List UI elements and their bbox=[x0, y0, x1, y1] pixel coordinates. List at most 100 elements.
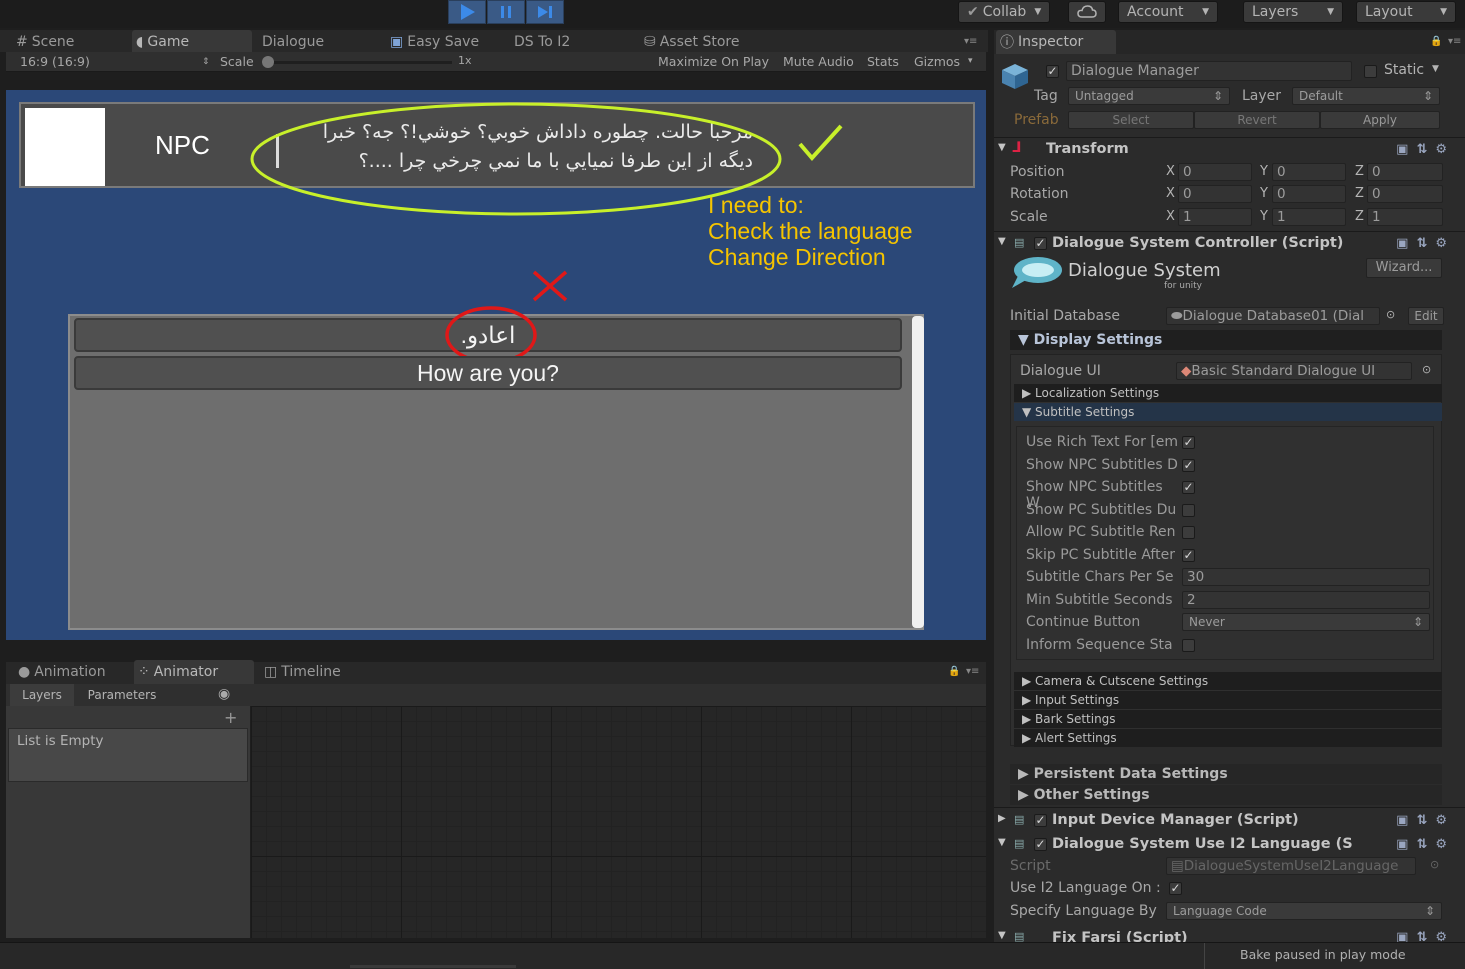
tab-dialogue[interactable]: Dialogue bbox=[258, 30, 328, 54]
lock-icon[interactable]: 🔒 bbox=[1430, 36, 1442, 47]
component-header-icons[interactable]: ▣⇅⚙ bbox=[1396, 236, 1455, 251]
mute-audio-toggle[interactable]: Mute Audio bbox=[783, 54, 854, 69]
subtitle-chars-field[interactable]: 30 bbox=[1182, 568, 1430, 586]
layers-tab[interactable]: Layers bbox=[10, 684, 74, 706]
tab-animator[interactable]: ⁘ Animator bbox=[134, 660, 254, 684]
add-layer-icon[interactable]: + bbox=[224, 708, 237, 727]
inspector-tab-bar: ⓘ Inspector 🔒 ▾≡ bbox=[994, 30, 1465, 54]
tab-menu-icon[interactable]: ▾≡ bbox=[964, 36, 977, 47]
response-button[interactable]: How are you? bbox=[74, 356, 902, 390]
camera-settings-foldout[interactable]: ▶ Camera & Cutscene Settings bbox=[1014, 672, 1442, 690]
chevron-down-icon[interactable]: ▼ bbox=[1432, 64, 1439, 74]
tab-inspector[interactable]: ⓘ Inspector bbox=[996, 30, 1116, 54]
other-settings-foldout[interactable]: ▶ Other Settings bbox=[1010, 785, 1442, 805]
account-dropdown[interactable]: Account ▼ bbox=[1118, 1, 1218, 23]
note-line: I need to: bbox=[708, 192, 804, 218]
object-picker-icon[interactable]: ⊙ bbox=[1386, 308, 1395, 321]
rotation-z-field[interactable]: 0 bbox=[1367, 185, 1443, 203]
prefab-revert-button[interactable]: Revert bbox=[1194, 111, 1320, 129]
object-name-field[interactable]: Dialogue Manager bbox=[1066, 61, 1352, 81]
subtitle-setting-checkbox[interactable]: ✓ bbox=[1182, 435, 1195, 450]
inform-sequence-checkbox[interactable] bbox=[1182, 638, 1195, 653]
component-enabled-checkbox[interactable]: ✓ bbox=[1034, 836, 1047, 852]
chevron-down-icon: ▼ bbox=[1202, 7, 1209, 17]
tab-menu-icon[interactable]: ▾≡ bbox=[966, 666, 979, 677]
subtitle-setting-checkbox[interactable]: ✓ bbox=[1182, 480, 1195, 495]
subtitle-settings-foldout[interactable]: ▼ Subtitle Settings bbox=[1014, 403, 1442, 421]
pause-button[interactable] bbox=[487, 0, 525, 24]
min-subtitle-field[interactable]: 2 bbox=[1182, 591, 1430, 609]
scale-y-field[interactable]: 1 bbox=[1272, 208, 1346, 226]
aspect-dropdown[interactable]: 16:9 (16:9) bbox=[20, 54, 90, 69]
dialogue-system-use-i2-header[interactable]: ▼ ▤ ✓ Dialogue System Use I2 Language (S… bbox=[994, 835, 1465, 857]
edit-database-button[interactable]: Edit bbox=[1408, 307, 1444, 325]
tab-easy-save[interactable]: ▣ Easy Save bbox=[386, 30, 483, 54]
layers-dropdown[interactable]: Layers ▼ bbox=[1243, 1, 1343, 23]
lock-icon[interactable]: 🔒 bbox=[948, 666, 960, 677]
transform-header[interactable]: ▼ ⅃ Transform ▣⇅⚙ bbox=[994, 140, 1465, 162]
tab-scene[interactable]: # Scene bbox=[12, 30, 78, 54]
use-i2-checkbox[interactable]: ✓ bbox=[1169, 881, 1182, 896]
subtitle-setting-checkbox[interactable] bbox=[1182, 525, 1195, 540]
position-z-field[interactable]: 0 bbox=[1367, 163, 1443, 181]
bark-settings-foldout[interactable]: ▶ Bark Settings bbox=[1014, 710, 1442, 728]
rotation-y-field[interactable]: 0 bbox=[1272, 185, 1346, 203]
component-enabled-checkbox[interactable]: ✓ bbox=[1034, 235, 1047, 251]
component-header-icons[interactable]: ▣⇅⚙ bbox=[1396, 142, 1455, 157]
subtitle-setting-checkbox[interactable]: ✓ bbox=[1182, 548, 1195, 563]
position-x-field[interactable]: 0 bbox=[1178, 163, 1252, 181]
wizard-button[interactable]: Wizard... bbox=[1366, 258, 1442, 278]
component-header-icons[interactable]: ▣⇅⚙ bbox=[1396, 837, 1455, 852]
prefab-select-button[interactable]: Select bbox=[1068, 111, 1194, 129]
scale-x-field[interactable]: 1 bbox=[1178, 208, 1252, 226]
layout-dropdown[interactable]: Layout ▼ bbox=[1356, 1, 1456, 23]
display-settings-foldout[interactable]: ▼ Display Settings bbox=[1010, 330, 1442, 350]
static-checkbox[interactable] bbox=[1364, 64, 1377, 79]
dialogue-ui-field[interactable]: ◆Basic Standard Dialogue UI bbox=[1176, 362, 1412, 380]
tab-asset-store[interactable]: ⛁ Asset Store bbox=[640, 30, 743, 54]
tag-dropdown[interactable]: Untagged ⇕ bbox=[1068, 87, 1230, 105]
tab-timeline[interactable]: ◫ Timeline bbox=[260, 660, 345, 684]
component-header-icons[interactable]: ▣⇅⚙ bbox=[1396, 930, 1455, 942]
response-button[interactable]: اعادو. bbox=[74, 306, 902, 364]
position-y-field[interactable]: 0 bbox=[1272, 163, 1346, 181]
scale-slider-track[interactable] bbox=[262, 61, 452, 64]
alert-settings-foldout[interactable]: ▶ Alert Settings bbox=[1014, 729, 1442, 747]
subtitle-setting-checkbox[interactable]: ✓ bbox=[1182, 458, 1195, 473]
play-button[interactable] bbox=[448, 0, 486, 24]
input-settings-foldout[interactable]: ▶ Input Settings bbox=[1014, 691, 1442, 709]
scale-z-field[interactable]: 1 bbox=[1367, 208, 1443, 226]
localization-settings-foldout[interactable]: ▶ Localization Settings bbox=[1014, 384, 1442, 402]
collab-dropdown[interactable]: ✔ Collab ▼ bbox=[958, 1, 1050, 23]
cloud-button[interactable] bbox=[1068, 1, 1106, 23]
prefab-apply-button[interactable]: Apply bbox=[1320, 111, 1440, 129]
initial-database-field[interactable]: ⬬Dialogue Database01 (Dial bbox=[1166, 307, 1380, 325]
fix-farsi-header[interactable]: ▼ ▤ Fix Farsi (Script) ▣⇅⚙ bbox=[994, 928, 1465, 942]
gizmos-dropdown[interactable]: Gizmos bbox=[914, 54, 960, 69]
animator-graph-grid[interactable] bbox=[251, 706, 986, 938]
tab-menu-icon[interactable]: ▾≡ bbox=[1448, 36, 1461, 47]
response-scrollbar[interactable] bbox=[912, 316, 924, 628]
tab-game[interactable]: ◖ Game bbox=[132, 30, 252, 54]
layer-dropdown[interactable]: Default ⇕ bbox=[1292, 87, 1440, 105]
rotation-x-field[interactable]: 0 bbox=[1178, 185, 1252, 203]
subtitle-setting-checkbox[interactable] bbox=[1182, 503, 1195, 518]
tab-label: Animator bbox=[153, 664, 219, 680]
continue-button-dropdown[interactable]: Never ⇕ bbox=[1182, 613, 1430, 631]
object-picker-icon[interactable]: ⊙ bbox=[1422, 363, 1431, 376]
maximize-on-play-toggle[interactable]: Maximize On Play bbox=[658, 54, 769, 69]
dialogue-system-controller-header[interactable]: ▼ ▤ ✓ Dialogue System Controller (Script… bbox=[994, 234, 1465, 256]
stats-toggle[interactable]: Stats bbox=[867, 54, 899, 69]
tab-ds-to-i2[interactable]: DS To I2 bbox=[510, 30, 574, 54]
component-header-icons[interactable]: ▣⇅⚙ bbox=[1396, 813, 1455, 828]
parameters-tab[interactable]: Parameters bbox=[80, 684, 164, 706]
scale-slider-thumb[interactable] bbox=[262, 56, 274, 68]
component-enabled-checkbox[interactable]: ✓ bbox=[1034, 812, 1047, 828]
tab-animation[interactable]: ● Animation bbox=[14, 660, 110, 684]
step-button[interactable] bbox=[526, 0, 564, 24]
persistent-data-foldout[interactable]: ▶ Persistent Data Settings bbox=[1010, 764, 1442, 784]
input-device-manager-header[interactable]: ▶ ▤ ✓ Input Device Manager (Script) ▣⇅⚙ bbox=[994, 811, 1465, 833]
specify-language-dropdown[interactable]: Language Code ⇕ bbox=[1166, 902, 1442, 920]
active-checkbox[interactable]: ✓ bbox=[1046, 64, 1059, 79]
eye-icon[interactable]: ◉ bbox=[218, 686, 230, 702]
